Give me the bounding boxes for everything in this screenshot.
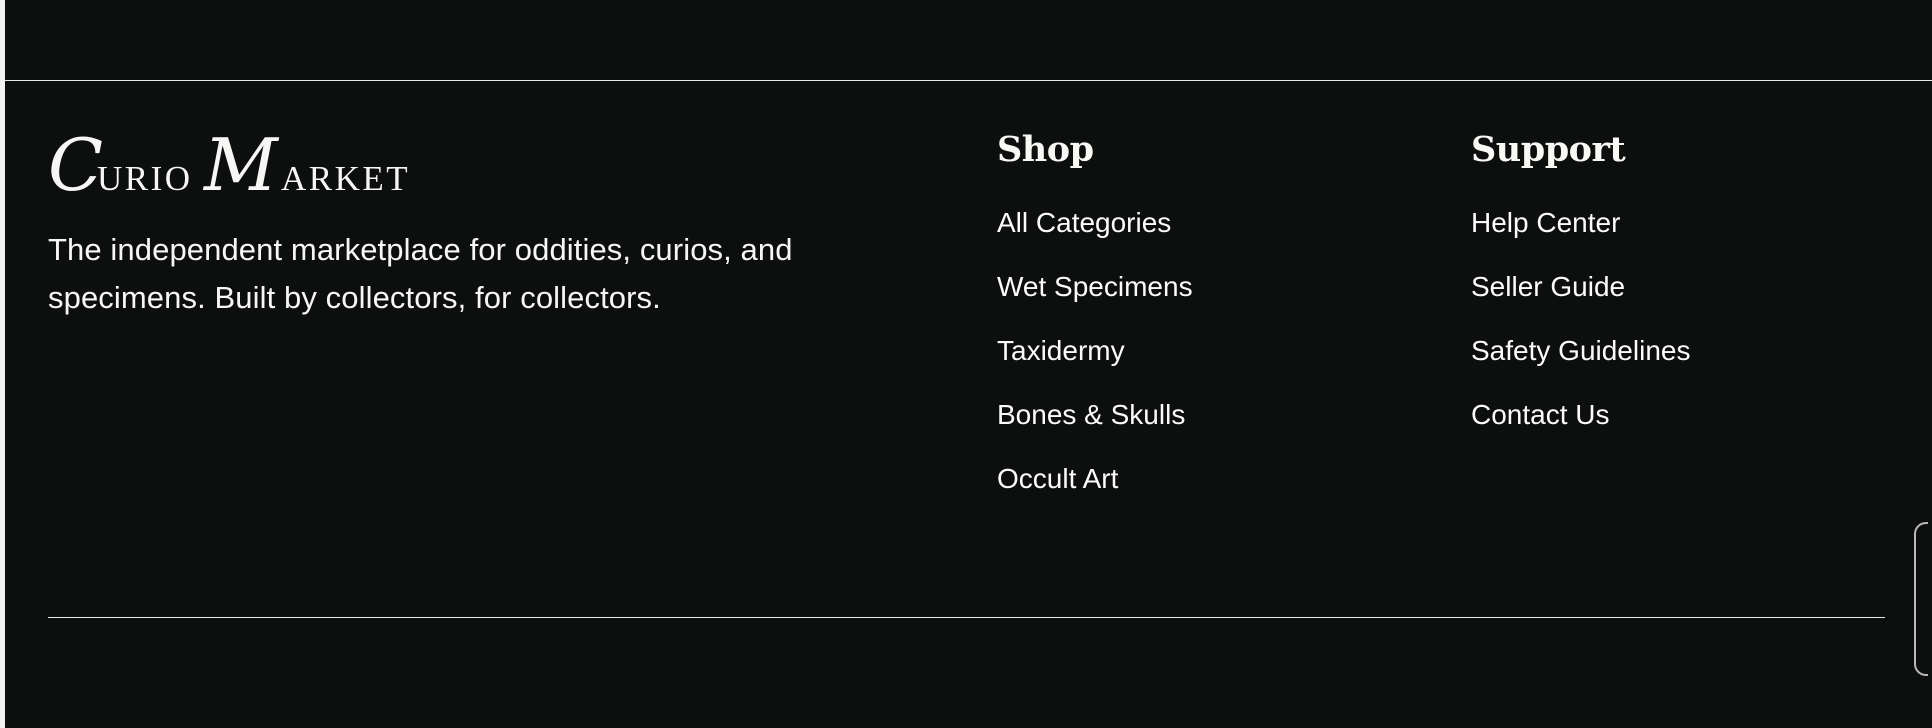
page: C URIO M ARKET The independent marketpla… xyxy=(0,0,1932,728)
bottom-divider xyxy=(48,617,1885,618)
logo-initial-c: C xyxy=(48,123,103,207)
shop-link-all-categories[interactable]: All Categories xyxy=(997,203,1357,267)
shop-link-taxidermy[interactable]: Taxidermy xyxy=(997,331,1357,395)
shop-links: All Categories Wet Specimens Taxidermy B… xyxy=(997,203,1357,523)
shop-link-wet-specimens[interactable]: Wet Specimens xyxy=(997,267,1357,331)
support-column: Support Help Center Seller Guide Safety … xyxy=(1471,127,1690,430)
support-links: Help Center Seller Guide Safety Guidelin… xyxy=(1471,203,1831,459)
support-link-seller-guide[interactable]: Seller Guide xyxy=(1471,267,1831,331)
brand-tagline: The independent marketplace for oddities… xyxy=(48,232,793,315)
right-edge-handle[interactable] xyxy=(1914,522,1928,676)
logo-rest-urio: URIO xyxy=(97,159,193,198)
support-link-contact-us[interactable]: Contact Us xyxy=(1471,395,1831,459)
logo-rest-arket: ARKET xyxy=(281,159,410,198)
support-link-help-center[interactable]: Help Center xyxy=(1471,203,1831,267)
curio-market-logo: C URIO M ARKET xyxy=(48,123,410,207)
support-heading: Support xyxy=(1471,129,1626,170)
brand-logo-link[interactable]: C URIO M ARKET xyxy=(48,116,478,207)
shop-column: Shop All Categories Wet Specimens Taxide… xyxy=(997,127,1193,494)
top-dark-band xyxy=(5,0,1932,80)
shop-link-bones-skulls[interactable]: Bones & Skulls xyxy=(997,395,1357,459)
logo-initial-m: M xyxy=(202,123,280,207)
shop-heading: Shop xyxy=(997,129,1094,170)
shop-link-occult-art[interactable]: Occult Art xyxy=(997,459,1357,523)
support-link-safety-guidelines[interactable]: Safety Guidelines xyxy=(1471,331,1831,395)
